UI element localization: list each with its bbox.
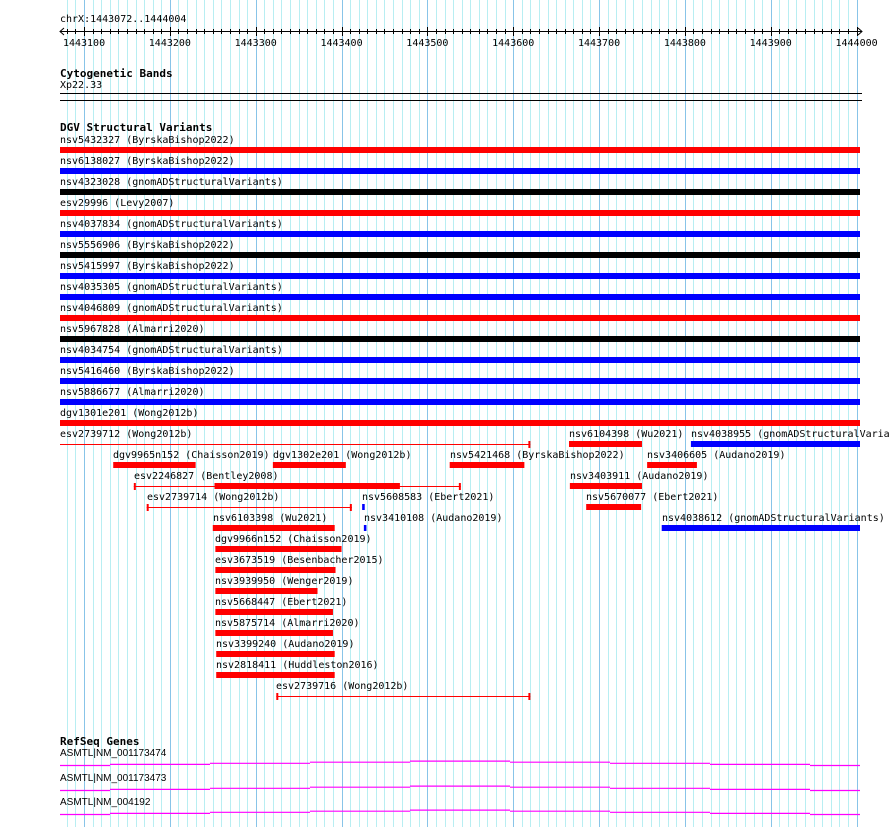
ruler-tick-label: 1443600 [492, 38, 534, 49]
variant-bar[interactable] [647, 462, 697, 468]
cytoband-bar[interactable] [60, 93, 862, 94]
variant-feature[interactable] [0, 356, 890, 364]
ruler-tick-label: 1443500 [406, 38, 448, 49]
variant-feature[interactable] [0, 545, 890, 553]
ruler-tick-label: 1443700 [578, 38, 620, 49]
ruler-tick-label: 1443400 [320, 38, 362, 49]
variant-bar[interactable] [215, 588, 318, 594]
variant-feature[interactable] [0, 167, 890, 175]
variant-feature[interactable] [0, 314, 890, 322]
variant-bar[interactable] [216, 672, 335, 678]
variant-feature[interactable] [0, 587, 890, 595]
variant-bar[interactable] [60, 210, 860, 216]
genome-browser-view: chrX:1443072..1444004 1443100 1443200 1443… [0, 0, 890, 827]
variant-bar[interactable] [586, 504, 642, 510]
variant-feature[interactable] [0, 272, 890, 280]
variant-feature[interactable] [0, 209, 890, 217]
track-divider [60, 100, 862, 101]
variant-bar[interactable] [60, 294, 860, 300]
variant-bar[interactable] [215, 567, 336, 573]
variant-feature[interactable] [0, 566, 890, 574]
variant-bar[interactable] [60, 273, 860, 279]
variant-feature[interactable] [0, 650, 890, 658]
variant-bar[interactable] [60, 147, 860, 153]
variant-bar[interactable] [569, 483, 642, 489]
variant-bar[interactable] [60, 231, 860, 237]
variant-feature[interactable] [0, 440, 890, 448]
refseq-track-title: RefSeq Genes [60, 735, 140, 748]
ruler-tick-label: 1443800 [664, 38, 706, 49]
variant-bar[interactable] [60, 168, 860, 174]
variant-bar[interactable] [60, 189, 860, 195]
ruler-tick-label: 1443100 [63, 38, 105, 49]
gene-model[interactable] [0, 806, 890, 816]
ruler-tick-label: 1443200 [149, 38, 191, 49]
variant-feature[interactable] [0, 629, 890, 637]
variant-feature[interactable] [0, 692, 890, 700]
ruler-tick-label: 1443300 [235, 38, 277, 49]
variant-bar[interactable] [215, 609, 333, 615]
cytoband-label: Xp22.33 [60, 80, 103, 91]
variant-bar[interactable] [215, 630, 333, 636]
variant-feature[interactable] [0, 377, 890, 385]
variant-bar[interactable] [216, 651, 335, 657]
variant-bar[interactable] [690, 441, 860, 447]
coordinate-ruler[interactable]: 1443100 1443200 1443300 1443400 1443500 14436… [0, 24, 890, 54]
variant-feature[interactable] [0, 335, 890, 343]
ruler-tick-label: 1444000 [835, 38, 877, 49]
variant-feature[interactable] [0, 503, 890, 511]
variant-bar[interactable] [60, 315, 860, 321]
variant-feature[interactable] [0, 398, 890, 406]
variant-feature[interactable] [0, 251, 890, 259]
variant-feature[interactable] [0, 524, 890, 532]
variant-bar[interactable] [60, 336, 860, 342]
gene-model[interactable] [0, 782, 890, 792]
variant-end-tick [276, 693, 279, 700]
variant-bar[interactable] [60, 252, 860, 258]
cytoband-track-title: Cytogenetic Bands [60, 67, 173, 80]
variant-feature[interactable] [0, 671, 890, 679]
variant-feature[interactable] [0, 482, 890, 490]
variant-bar[interactable] [60, 357, 860, 363]
variant-bar[interactable] [215, 546, 342, 552]
variant-feature[interactable] [0, 188, 890, 196]
dgv-track-title: DGV Structural Variants [60, 121, 213, 134]
variant-feature[interactable] [0, 146, 890, 154]
variant-bar[interactable] [60, 378, 860, 384]
variant-bar[interactable] [60, 420, 860, 426]
variant-feature[interactable] [0, 608, 890, 616]
variant-bar[interactable] [661, 525, 860, 531]
variant-end-tick [528, 693, 531, 700]
variant-feature[interactable] [0, 293, 890, 301]
variant-bar[interactable] [60, 399, 860, 405]
ruler-tick-label: 1443900 [750, 38, 792, 49]
variant-feature[interactable] [0, 461, 890, 469]
variant-feature[interactable] [0, 419, 890, 427]
variant-feature[interactable] [0, 230, 890, 238]
gene-model[interactable] [0, 757, 890, 767]
